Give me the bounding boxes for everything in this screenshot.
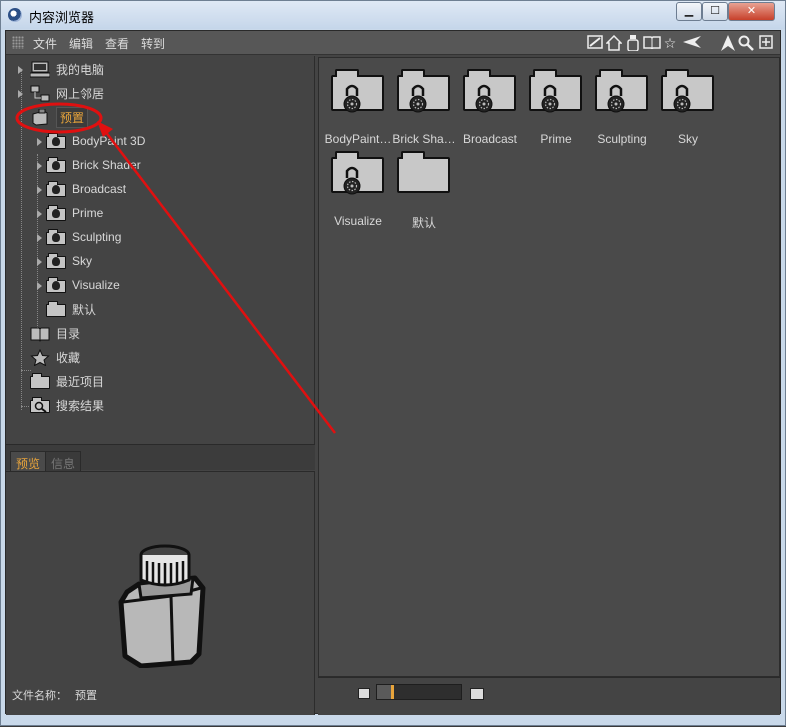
- expand-arrow-icon[interactable]: [18, 90, 23, 98]
- computer-icon: [29, 61, 51, 78]
- slider-handle[interactable]: [391, 685, 394, 699]
- network-icon: [30, 85, 50, 102]
- tree-item-brick-shader[interactable]: Brick Shader: [46, 155, 141, 175]
- preview-tab-strip: 预览 信息: [6, 444, 315, 471]
- expand-arrow-icon[interactable]: [37, 258, 42, 266]
- padlock-icon: [409, 84, 427, 113]
- cinema4d-app-icon: [8, 8, 22, 22]
- window-title: 内容浏览器: [29, 10, 95, 25]
- tree-item-prime[interactable]: Prime: [46, 203, 103, 223]
- edit-icon[interactable]: [587, 35, 603, 51]
- grid-item-sculpting[interactable]: Sculpting: [589, 66, 655, 146]
- padlock-icon: [607, 84, 625, 113]
- folder-icon: [397, 151, 450, 193]
- tree-item-sky[interactable]: Sky: [46, 251, 92, 271]
- tree-item-favorites[interactable]: 收藏: [30, 347, 80, 367]
- expand-arrow-icon[interactable]: [37, 234, 42, 242]
- maximize-button[interactable]: ☐: [702, 2, 728, 21]
- grid-item-bodypaint[interactable]: BodyPaint…: [325, 66, 391, 146]
- tree-item-default[interactable]: 默认: [46, 299, 96, 319]
- content-grid: BodyPaint… Brick Sha… Broadcast Prime Sc: [318, 57, 780, 677]
- minimize-button[interactable]: ▁: [676, 2, 702, 21]
- tree-item-sculpting[interactable]: Sculpting: [46, 227, 121, 247]
- tree-item-catalog[interactable]: 目录: [30, 323, 80, 343]
- preset-bottle-preview-image: [118, 544, 206, 668]
- tree-item-presets[interactable]: 预置: [30, 106, 89, 128]
- tree-item-network[interactable]: 网上邻居: [30, 83, 104, 103]
- folder-icon: [30, 372, 50, 390]
- menu-goto[interactable]: 转到: [141, 35, 165, 52]
- large-thumbnail-icon[interactable]: [470, 688, 484, 700]
- add-icon[interactable]: [758, 35, 774, 51]
- search-folder-icon: [30, 396, 50, 414]
- tree-item-broadcast[interactable]: Broadcast: [46, 179, 126, 199]
- presets-bottle-icon: [30, 108, 50, 126]
- tree-panel: 我的电脑 网上邻居 预置 BodyPaint 3D Brick Shader B…: [6, 56, 315, 444]
- menu-bar: 文件 编辑 查看 转到 ☆: [6, 31, 780, 55]
- grid-item-broadcast[interactable]: Broadcast: [457, 66, 523, 146]
- tree-item-search-results[interactable]: 搜索结果: [30, 395, 104, 415]
- menu-file[interactable]: 文件: [33, 35, 57, 52]
- locked-folder-icon: [46, 180, 66, 198]
- grid-item-default[interactable]: 默认: [391, 148, 457, 230]
- book-icon[interactable]: [643, 35, 661, 51]
- title-bar[interactable]: 内容浏览器 ▁ ☐ ✕: [1, 1, 785, 29]
- status-bar: [318, 677, 780, 715]
- catalog-book-icon: [30, 325, 50, 342]
- locked-folder-icon: [46, 252, 66, 270]
- content-browser-window: 内容浏览器 ▁ ☐ ✕ 文件 编辑 查看 转到 ☆ 我的电脑 网上邻居 预置 B…: [0, 0, 786, 726]
- menu-edit[interactable]: 编辑: [69, 35, 93, 52]
- home-icon[interactable]: [605, 34, 623, 51]
- locked-folder-icon: [46, 204, 66, 222]
- small-thumbnail-icon[interactable]: [358, 688, 370, 699]
- menu-view[interactable]: 查看: [105, 35, 129, 52]
- grid-item-visualize[interactable]: Visualize: [325, 148, 391, 228]
- tab-info[interactable]: 信息: [45, 451, 82, 471]
- file-name-value: 预置: [75, 690, 97, 702]
- tree-item-bodypaint[interactable]: BodyPaint 3D: [46, 131, 145, 151]
- file-name-label: 文件名称：: [12, 690, 67, 702]
- client-area: 文件 编辑 查看 转到 ☆ 我的电脑 网上邻居 预置 BodyPaint 3D …: [5, 30, 781, 715]
- padlock-icon: [673, 84, 691, 113]
- grid-item-brick-shader[interactable]: Brick Sha…: [391, 66, 457, 146]
- file-name-readout: 文件名称： 预置: [12, 687, 97, 703]
- locked-folder-icon: [46, 276, 66, 294]
- expand-arrow-icon[interactable]: [37, 186, 42, 194]
- preview-panel: 文件名称： 预置: [6, 471, 315, 715]
- folder-icon: [46, 300, 66, 318]
- padlock-icon: [475, 84, 493, 113]
- grid-item-sky[interactable]: Sky: [655, 66, 721, 146]
- slider-track-fill: [377, 685, 391, 699]
- back-arrow-icon[interactable]: [682, 35, 702, 51]
- locked-folder-icon: [46, 132, 66, 150]
- locked-folder-icon: [46, 228, 66, 246]
- up-arrow-icon[interactable]: [720, 35, 736, 51]
- tab-preview[interactable]: 预览: [10, 451, 47, 471]
- star-icon: [30, 348, 50, 367]
- padlock-icon: [541, 84, 559, 113]
- grid-item-prime[interactable]: Prime: [523, 66, 589, 146]
- tree-item-my-computer[interactable]: 我的电脑: [29, 59, 104, 79]
- tree-item-visualize[interactable]: Visualize: [46, 275, 120, 295]
- locked-folder-icon: [46, 156, 66, 174]
- expand-arrow-icon[interactable]: [37, 210, 42, 218]
- tree-item-recent[interactable]: 最近项目: [30, 371, 104, 391]
- search-icon[interactable]: [738, 35, 754, 51]
- thumbnail-size-slider[interactable]: [376, 684, 462, 700]
- padlock-icon: [343, 166, 361, 195]
- close-button[interactable]: ✕: [728, 2, 775, 21]
- expand-arrow-icon[interactable]: [37, 138, 42, 146]
- star-icon[interactable]: ☆: [662, 35, 678, 51]
- menu-grip-icon[interactable]: [12, 36, 24, 49]
- tree-guide-line: [21, 70, 22, 410]
- padlock-icon: [343, 84, 361, 113]
- bottle-icon[interactable]: [625, 35, 641, 52]
- tree-guide-line: [37, 154, 38, 338]
- expand-arrow-icon[interactable]: [18, 66, 23, 74]
- expand-arrow-icon[interactable]: [37, 162, 42, 170]
- expand-arrow-icon[interactable]: [37, 282, 42, 290]
